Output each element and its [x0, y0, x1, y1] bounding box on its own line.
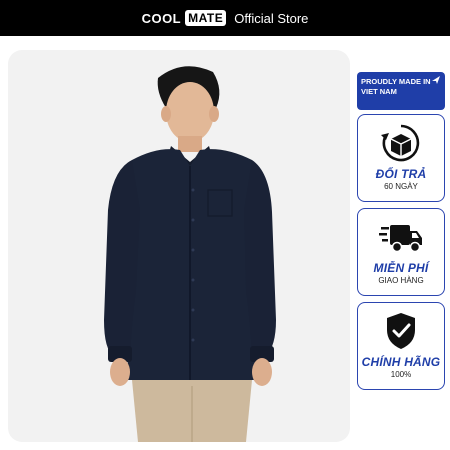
shield-check-icon	[387, 313, 415, 349]
shipping-title: MIỄN PHÍ	[373, 261, 429, 275]
product-photo[interactable]	[8, 50, 350, 442]
free-shipping-card: MIỄN PHÍ GIAO HÀNG	[357, 208, 445, 296]
return-policy-card: ĐỔI TRẢ 60 NGÀY	[357, 114, 445, 202]
airplane-icon	[432, 76, 440, 84]
brand-logo-cool: COOL	[141, 10, 182, 26]
store-header: COOL MATE Official Store	[0, 0, 450, 36]
return-title: ĐỔI TRẢ	[375, 167, 427, 181]
authentic-card: CHÍNH HÃNG 100%	[357, 302, 445, 390]
authentic-title: CHÍNH HÃNG	[361, 355, 441, 369]
delivery-truck-icon	[379, 225, 422, 253]
product-banner: COOL MATE Official Store PROUDLY MADE IN…	[0, 0, 450, 450]
return-subtitle: 60 NGÀY	[384, 182, 418, 191]
made-in-text: PROUDLY MADE IN VIET NAM	[361, 77, 431, 96]
shipping-subtitle: GIAO HÀNG	[378, 276, 424, 285]
store-label: Official Store	[234, 10, 309, 26]
brand-logo-mate: MATE	[185, 10, 227, 26]
authentic-subtitle: 100%	[390, 370, 412, 379]
model-illustration	[104, 66, 276, 442]
made-in-vietnam-badge: PROUDLY MADE IN VIET NAM	[357, 72, 445, 110]
box-return-icon	[381, 124, 420, 162]
